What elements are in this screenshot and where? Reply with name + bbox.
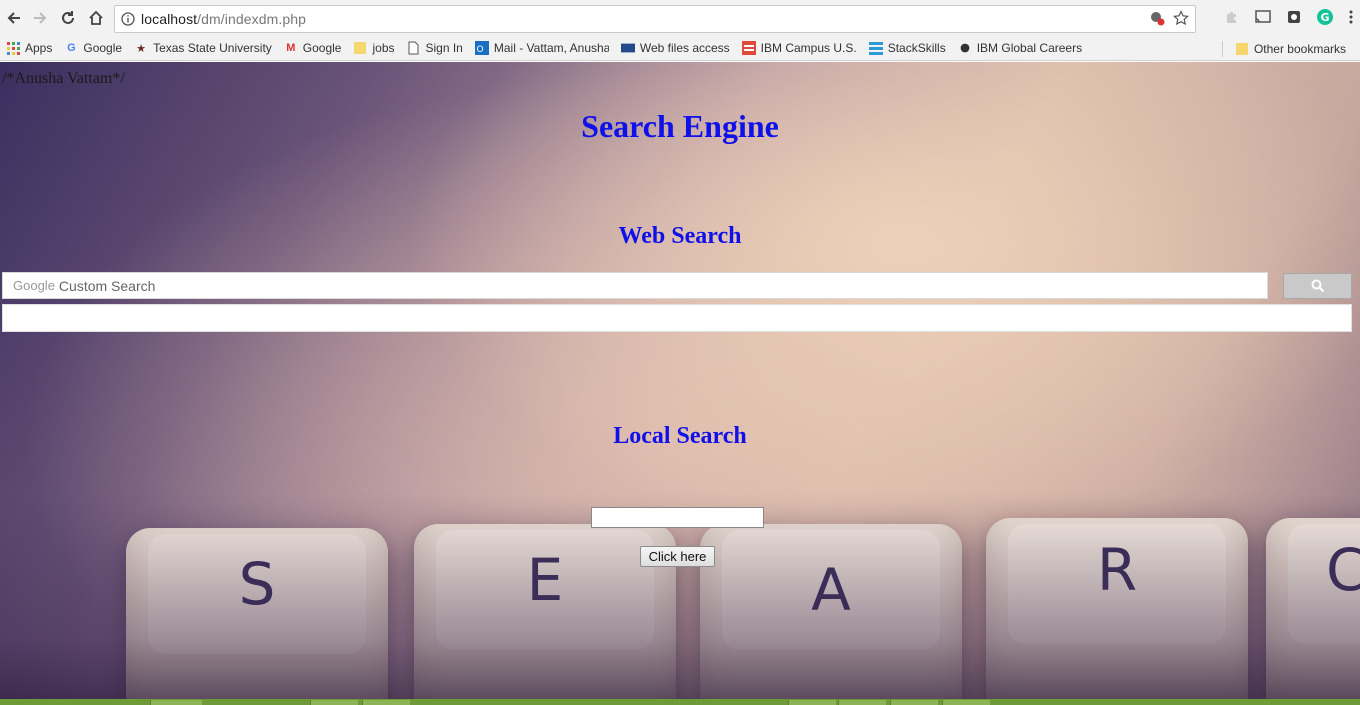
folder-icon bbox=[353, 41, 367, 55]
reload-icon[interactable] bbox=[54, 4, 82, 32]
shield-extension-icon[interactable] bbox=[1286, 9, 1302, 30]
ibm-campus-icon bbox=[741, 41, 756, 55]
bookmark-label: Google bbox=[83, 41, 123, 55]
bookmarks-divider bbox=[1221, 40, 1223, 57]
bookmark-label: Other bookmarks bbox=[1253, 41, 1346, 56]
bookmark-gmail[interactable]: M Google bbox=[278, 37, 348, 59]
search-icon bbox=[1311, 279, 1324, 293]
menu-kebab-icon[interactable] bbox=[1348, 9, 1354, 30]
bookmark-label: IBM Campus U.S. bbox=[760, 41, 857, 55]
author-comment: /*Anusha Vattam*/ bbox=[2, 70, 125, 87]
local-search-heading: Local Search bbox=[613, 423, 747, 449]
bookmark-star-icon[interactable] bbox=[1173, 10, 1189, 31]
google-g-icon: G bbox=[67, 42, 76, 54]
forward-arrow-icon[interactable] bbox=[26, 4, 54, 32]
cast-icon[interactable] bbox=[1254, 9, 1272, 30]
google-watermark: Google bbox=[13, 278, 55, 293]
info-icon[interactable] bbox=[115, 12, 141, 26]
svg-text:G: G bbox=[1320, 11, 1329, 24]
gmail-icon: M bbox=[286, 42, 296, 54]
back-arrow-icon[interactable] bbox=[0, 4, 28, 32]
wfa-icon bbox=[620, 41, 635, 55]
url-path: /dm/indexdm.php bbox=[197, 11, 307, 27]
bookmark-label: jobs bbox=[372, 41, 395, 55]
bookmark-label: IBM Global Careers bbox=[976, 41, 1083, 55]
page-icon bbox=[407, 41, 421, 55]
bookmark-label: Apps bbox=[25, 41, 53, 55]
bookmark-web-files[interactable]: Web files access bbox=[615, 37, 736, 59]
custom-search-results-area bbox=[2, 304, 1352, 332]
os-taskbar bbox=[0, 699, 1360, 705]
stackskills-icon bbox=[868, 41, 883, 55]
apps-grid-icon bbox=[6, 41, 20, 55]
translate-blocked-icon[interactable] bbox=[1149, 10, 1165, 31]
star-icon: ★ bbox=[136, 42, 146, 55]
bookmark-label: Sign In bbox=[425, 41, 463, 55]
svg-text:O: O bbox=[476, 45, 483, 55]
bookmark-other[interactable]: Other bookmarks bbox=[1229, 38, 1352, 60]
bookmark-sign-in[interactable]: Sign In bbox=[401, 37, 469, 59]
bookmark-ibm-careers[interactable]: IBM Global Careers bbox=[952, 37, 1088, 59]
custom-search-placeholder: Custom Search bbox=[58, 277, 156, 294]
bookmarks-bar: Apps G Google ★ Texas State University M… bbox=[0, 36, 1360, 61]
taskbar-item[interactable] bbox=[150, 700, 202, 705]
grammarly-icon[interactable]: G bbox=[1316, 8, 1334, 31]
page-title: Search Engine bbox=[581, 108, 779, 144]
bookmark-texas-state[interactable]: ★ Texas State University bbox=[128, 37, 278, 59]
bookmark-label: Texas State University bbox=[153, 41, 272, 55]
bookmark-label: Google bbox=[302, 41, 342, 55]
custom-search-button[interactable] bbox=[1283, 273, 1352, 299]
taskbar-item[interactable] bbox=[838, 700, 886, 705]
local-search-input[interactable] bbox=[591, 507, 764, 528]
url-host: localhost bbox=[141, 11, 198, 27]
folder-icon bbox=[1235, 42, 1249, 56]
bookmark-label: StackSkills bbox=[887, 41, 946, 55]
bookmark-label: Web files access bbox=[639, 41, 730, 55]
bookmark-stackskills[interactable]: StackSkills bbox=[863, 37, 952, 59]
bookmark-apps[interactable]: Apps bbox=[0, 37, 58, 59]
bookmark-jobs[interactable]: jobs bbox=[347, 37, 400, 59]
bookmark-label: Mail - Vattam, Anusha bbox=[493, 41, 609, 55]
extension-puzzle-icon[interactable] bbox=[1224, 9, 1240, 30]
click-here-button[interactable]: Click here bbox=[640, 546, 715, 567]
taskbar-item[interactable] bbox=[788, 700, 836, 705]
url-text: localhost/dm/indexdm.php bbox=[141, 11, 306, 27]
taskbar-item[interactable] bbox=[362, 700, 410, 705]
taskbar-item[interactable] bbox=[942, 700, 990, 705]
home-icon[interactable] bbox=[82, 4, 110, 32]
bookmark-google[interactable]: G Google bbox=[58, 37, 128, 59]
web-search-heading: Web Search bbox=[618, 223, 742, 249]
taskbar-item[interactable] bbox=[310, 700, 358, 705]
page-viewport: S E A R C /*Anusha Vattam*/ Search Engin… bbox=[0, 62, 1360, 699]
bookmark-mail[interactable]: O Mail - Vattam, Anusha bbox=[469, 37, 615, 59]
bookmark-ibm-campus[interactable]: IBM Campus U.S. bbox=[736, 37, 863, 59]
outlook-icon: O bbox=[474, 41, 489, 55]
address-bar[interactable]: localhost/dm/indexdm.php bbox=[114, 5, 1196, 33]
taskbar-item[interactable] bbox=[890, 700, 938, 705]
custom-search-input[interactable]: Google Custom Search bbox=[2, 272, 1268, 299]
browser-toolbar: localhost/dm/indexdm.php G bbox=[0, 0, 1360, 36]
ibm-careers-icon bbox=[958, 41, 972, 55]
